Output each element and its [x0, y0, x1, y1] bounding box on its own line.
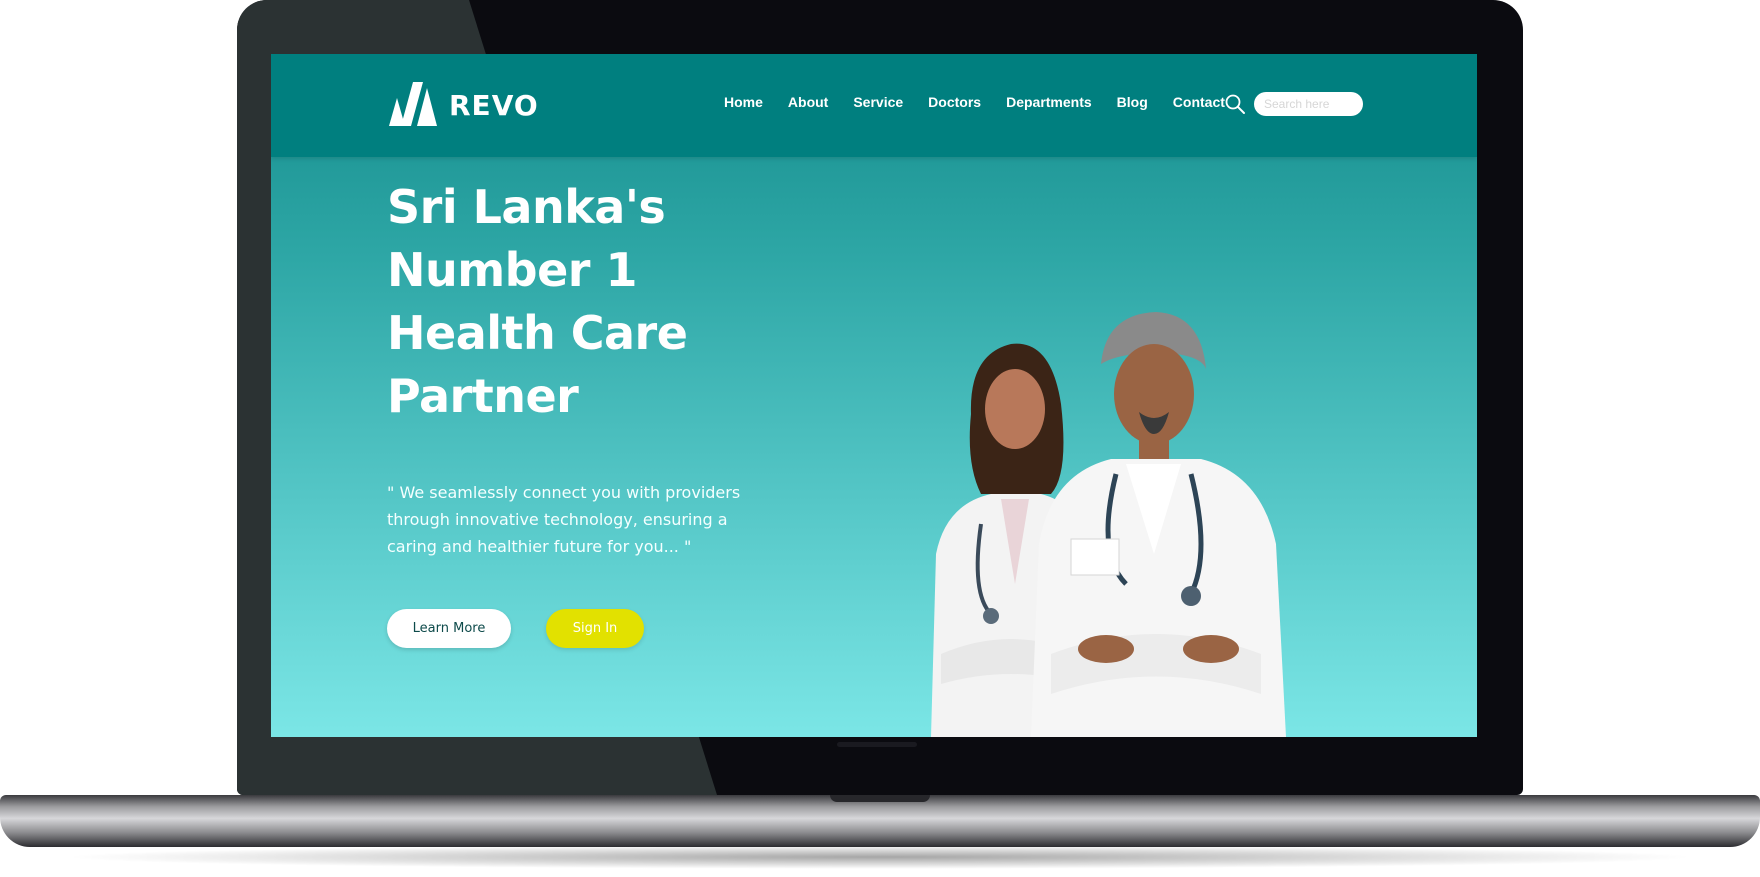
search-bar [1224, 92, 1363, 116]
nav-blog[interactable]: Blog [1117, 94, 1148, 110]
search-input[interactable] [1254, 92, 1363, 116]
nav-doctors[interactable]: Doctors [928, 94, 981, 110]
search-icon[interactable] [1224, 93, 1246, 115]
logo-text: REVO [449, 88, 539, 122]
laptop-shadow [60, 845, 1700, 869]
main-nav: Home About Service Doctors Departments B… [724, 94, 1250, 110]
doctors-photo [931, 312, 1286, 737]
hero-title-line: Partner [387, 369, 579, 423]
hero-title-line: Number 1 [387, 243, 638, 297]
laptop-screen: REVO Home About Service Doctors Departme… [271, 54, 1477, 737]
male-doctor [1031, 312, 1286, 737]
nav-service[interactable]: Service [853, 94, 903, 110]
nav-home[interactable]: Home [724, 94, 763, 110]
laptop-lid: REVO Home About Service Doctors Departme… [237, 0, 1523, 795]
laptop-base-groove [830, 795, 930, 802]
nav-departments[interactable]: Departments [1006, 94, 1092, 110]
logo[interactable]: REVO [387, 80, 539, 130]
nav-contact[interactable]: Contact [1173, 94, 1225, 110]
hero-title-line: Health Care [387, 306, 688, 360]
hero-title-line: Sri Lanka's [387, 180, 666, 234]
laptop-base [0, 795, 1760, 847]
learn-more-button[interactable]: Learn More [387, 609, 511, 648]
site-header: REVO Home About Service Doctors Departme… [271, 54, 1477, 157]
webcam-notch [837, 742, 917, 747]
revo-logo-icon [389, 82, 437, 126]
hero-title: Sri Lanka's Number 1 Health Care Partner [387, 176, 807, 428]
sign-in-button[interactable]: Sign In [546, 609, 644, 648]
nav-about[interactable]: About [788, 94, 828, 110]
hero-quote: " We seamlessly connect you with provide… [387, 483, 741, 556]
